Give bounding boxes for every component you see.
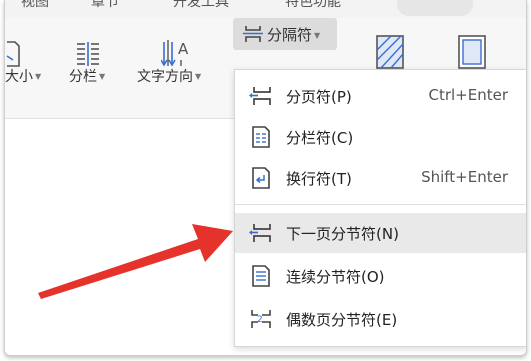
menu-item-continuous-section-break[interactable]: 连续分节符(O) — [235, 256, 526, 296]
next-page-section-icon — [249, 224, 271, 242]
app-window: 视图 章节 开发工具 特色功能 大小 ▼ 分栏 ▼ A 文字方向 ▼ 分隔符 ▼… — [4, 0, 527, 356]
page-setup-icon[interactable] — [457, 34, 487, 70]
font-size-icon — [6, 41, 20, 67]
search-box[interactable] — [397, 0, 473, 16]
chevron-down-icon: ▼ — [195, 72, 202, 81]
even-page-section-icon: 2 — [251, 310, 271, 328]
menu-item-label: 换行符(T) — [286, 170, 352, 188]
text-direction-icon: A — [161, 40, 189, 67]
separator-label: 分隔符 — [267, 26, 313, 44]
svg-text:2: 2 — [257, 315, 263, 325]
tab-view[interactable]: 视图 — [21, 0, 49, 11]
text-direction-label: 文字方向 — [137, 69, 193, 85]
chevron-down-icon: ▼ — [99, 72, 106, 81]
shortcut-label: Ctrl+Enter — [428, 86, 508, 104]
menu-item-label: 偶数页分节符(E) — [286, 311, 398, 329]
page-break-icon — [249, 87, 271, 105]
columns-icon — [77, 42, 99, 66]
columns-label: 分栏 — [69, 69, 97, 85]
separator-button[interactable]: 分隔符 ▼ — [233, 18, 337, 50]
column-break-icon — [252, 126, 270, 148]
page-border-icon[interactable] — [375, 34, 405, 70]
menu-item-label: 分栏符(C) — [286, 129, 354, 147]
shortcut-label: Shift+Enter — [421, 168, 508, 186]
menu-tab-bar: 视图 章节 开发工具 特色功能 — [5, 0, 526, 19]
tab-developer-tools[interactable]: 开发工具 — [173, 0, 229, 11]
menu-item-label: 下一页分节符(N) — [286, 225, 399, 243]
separator-icon — [243, 26, 263, 42]
menu-item-even-page-section-break[interactable]: 2 偶数页分节符(E) — [235, 299, 526, 339]
font-size-label: 大小 — [5, 69, 33, 85]
continuous-section-icon — [252, 265, 270, 287]
line-break-icon — [252, 167, 270, 189]
menu-item-next-page-section-break[interactable]: 下一页分节符(N) — [235, 213, 526, 253]
chevron-down-icon: ▼ — [35, 72, 42, 81]
chevron-down-icon: ▼ — [314, 31, 321, 40]
tab-chapter[interactable]: 章节 — [91, 0, 119, 11]
menu-item-label: 连续分节符(O) — [286, 268, 385, 286]
menu-item-label: 分页符(P) — [286, 88, 352, 106]
menu-divider — [235, 204, 526, 205]
tab-special-features[interactable]: 特色功能 — [285, 0, 341, 11]
menu-item-line-break[interactable]: 换行符(T) Shift+Enter — [235, 158, 526, 198]
ribbon-divider — [5, 118, 235, 119]
menu-item-page-break[interactable]: 分页符(P) Ctrl+Enter — [235, 76, 526, 116]
svg-text:A: A — [178, 40, 189, 58]
menu-item-column-break[interactable]: 分栏符(C) — [235, 117, 526, 157]
separator-dropdown-menu: 分页符(P) Ctrl+Enter 分栏符(C) 换行符(T) Shift+En… — [234, 69, 526, 347]
